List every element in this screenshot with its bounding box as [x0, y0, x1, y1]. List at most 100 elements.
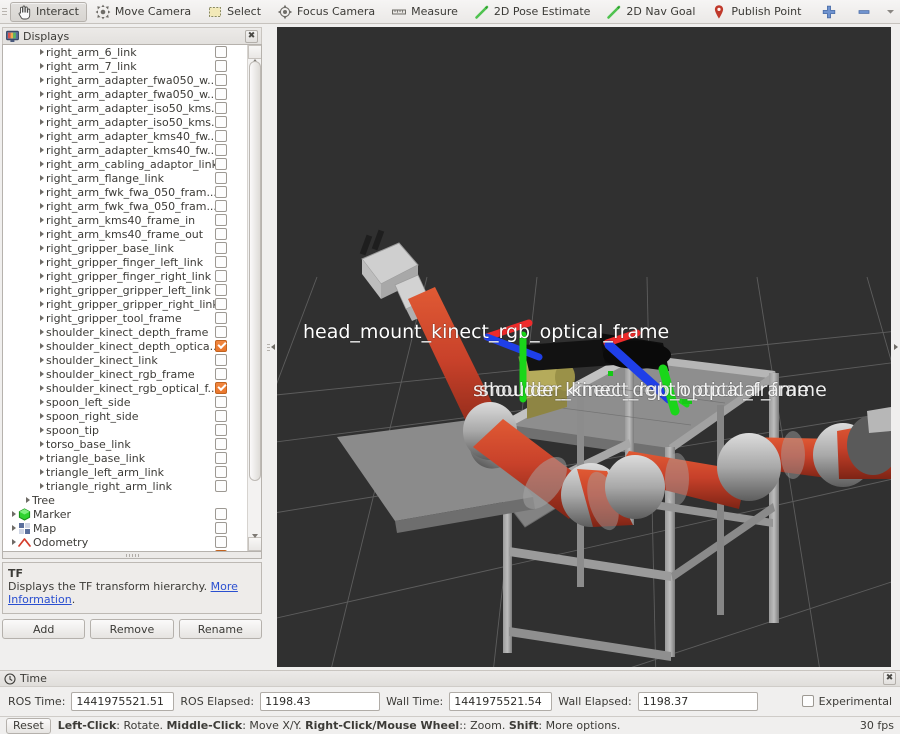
tree-item[interactable]: right_arm_adapter_iso50_kms...	[3, 115, 247, 129]
wall-elapsed-value[interactable]: 1198.37	[637, 691, 758, 711]
tool-select[interactable]: Select	[201, 2, 269, 22]
chevron-down-icon[interactable]	[9, 549, 18, 551]
chevron-right-icon[interactable]	[37, 283, 46, 297]
tree-item-checkbox[interactable]	[215, 340, 227, 352]
tree-item-checkbox[interactable]	[215, 438, 227, 450]
tree-item-checkbox[interactable]	[215, 270, 227, 282]
tree-item-checkbox[interactable]	[215, 326, 227, 338]
tree-item[interactable]: right_gripper_base_link	[3, 241, 247, 255]
tree-item-checkbox[interactable]	[215, 284, 227, 296]
tree-item-checkbox[interactable]	[215, 172, 227, 184]
tree-item-checkbox[interactable]	[215, 466, 227, 478]
tree-item[interactable]: right_arm_adapter_kms40_fw...	[3, 143, 247, 157]
tree-item-checkbox[interactable]	[215, 368, 227, 380]
tree-item[interactable]: right_arm_fwk_fwa_050_fram...	[3, 185, 247, 199]
tree-item[interactable]: spoon_tip	[3, 423, 247, 437]
chevron-right-icon[interactable]	[37, 479, 46, 493]
chevron-right-icon[interactable]	[37, 73, 46, 87]
tree-item[interactable]: Map	[3, 521, 247, 535]
chevron-right-icon[interactable]	[9, 521, 18, 535]
scrollbar-thumb[interactable]	[249, 61, 261, 481]
reset-button[interactable]: Reset	[6, 717, 51, 734]
tree-item[interactable]: right_arm_adapter_fwa050_w...	[3, 87, 247, 101]
chevron-right-icon[interactable]	[9, 535, 18, 549]
tree-item-checkbox[interactable]	[215, 382, 227, 394]
chevron-right-icon[interactable]	[37, 115, 46, 129]
time-close-button[interactable]: ✖	[883, 672, 896, 685]
tree-item-checkbox[interactable]	[215, 354, 227, 366]
tree-item[interactable]: right_arm_cabling_adaptor_link	[3, 157, 247, 171]
tree-item-checkbox[interactable]	[215, 60, 227, 72]
remove-tool-button[interactable]	[850, 2, 880, 22]
chevron-right-icon[interactable]	[37, 423, 46, 437]
tree-item[interactable]: right_gripper_finger_right_link	[3, 269, 247, 283]
experimental-checkbox[interactable]	[801, 695, 814, 707]
tree-item-checkbox[interactable]	[215, 46, 227, 58]
tree-item-checkbox[interactable]	[215, 312, 227, 324]
chevron-right-icon[interactable]	[37, 465, 46, 479]
tree-item-checkbox[interactable]	[215, 424, 227, 436]
tree-item-checkbox[interactable]	[215, 200, 227, 212]
ros-time-value[interactable]: 1441975521.51	[71, 691, 175, 711]
render-view-3d[interactable]: head_mount_kinect_rgb_optical_frame shou…	[277, 27, 891, 667]
chevron-right-icon[interactable]	[9, 507, 18, 521]
tree-item-checkbox[interactable]	[215, 144, 227, 156]
add-tool-button[interactable]	[815, 2, 845, 22]
chevron-right-icon[interactable]	[37, 311, 46, 325]
displays-tree[interactable]: right_arm_6_link right_arm_7_link right_ar…	[3, 45, 247, 551]
tree-item[interactable]: right_gripper_gripper_left_link	[3, 283, 247, 297]
tree-item-checkbox[interactable]	[215, 74, 227, 86]
tree-item-checkbox[interactable]	[215, 116, 227, 128]
chevron-right-icon[interactable]	[37, 171, 46, 185]
tree-item[interactable]: right_arm_adapter_kms40_fw...	[3, 129, 247, 143]
tree-item[interactable]: shoulder_kinect_depth_optica...	[3, 339, 247, 353]
tool-2d-nav-goal[interactable]: 2D Nav Goal	[600, 2, 703, 22]
chevron-right-icon[interactable]	[37, 339, 46, 353]
tree-item[interactable]: right_gripper_finger_left_link	[3, 255, 247, 269]
tree-item[interactable]: right_gripper_tool_frame	[3, 311, 247, 325]
tree-item-checkbox[interactable]	[215, 536, 227, 548]
tree-item-checkbox[interactable]	[215, 88, 227, 100]
chevron-right-icon[interactable]	[37, 409, 46, 423]
chevron-right-icon[interactable]	[37, 157, 46, 171]
remove-button[interactable]: Remove	[90, 619, 174, 639]
tree-item-checkbox[interactable]	[215, 130, 227, 142]
tree-item[interactable]: PoseArray	[3, 549, 247, 551]
tree-item[interactable]: right_arm_flange_link	[3, 171, 247, 185]
tree-item-checkbox[interactable]	[215, 522, 227, 534]
tree-item-checkbox[interactable]	[215, 102, 227, 114]
tree-item[interactable]: Marker	[3, 507, 247, 521]
chevron-right-icon[interactable]	[37, 255, 46, 269]
tree-item-checkbox[interactable]	[215, 396, 227, 408]
collapse-right-icon[interactable]	[894, 344, 898, 350]
toolbar-overflow-button[interactable]	[882, 2, 899, 22]
scroll-up-button[interactable]	[248, 45, 261, 59]
tree-item[interactable]: shoulder_kinect_rgb_frame	[3, 367, 247, 381]
tree-item[interactable]: Odometry	[3, 535, 247, 549]
chevron-right-icon[interactable]	[37, 143, 46, 157]
toolbar-drag-handle[interactable]	[0, 0, 9, 24]
tree-item[interactable]: shoulder_kinect_link	[3, 353, 247, 367]
tool-measure[interactable]: Measure	[385, 2, 466, 22]
chevron-right-icon[interactable]	[37, 353, 46, 367]
tool-focus-camera[interactable]: Focus Camera	[271, 2, 383, 22]
chevron-right-icon[interactable]	[37, 325, 46, 339]
chevron-right-icon[interactable]	[37, 451, 46, 465]
tree-item[interactable]: spoon_right_side	[3, 409, 247, 423]
chevron-right-icon[interactable]	[37, 395, 46, 409]
tree-item[interactable]: triangle_left_arm_link	[3, 465, 247, 479]
chevron-right-icon[interactable]	[37, 213, 46, 227]
tree-item-checkbox[interactable]	[215, 214, 227, 226]
tree-item[interactable]: right_arm_7_link	[3, 59, 247, 73]
tree-item-checkbox[interactable]	[215, 508, 227, 520]
tool-publish-point[interactable]: Publish Point	[705, 2, 809, 22]
left-splitter[interactable]	[266, 27, 276, 667]
chevron-right-icon[interactable]	[37, 269, 46, 283]
chevron-right-icon[interactable]	[37, 87, 46, 101]
tree-item[interactable]: triangle_right_arm_link	[3, 479, 247, 493]
tool-move-camera[interactable]: Move Camera	[89, 2, 199, 22]
chevron-right-icon[interactable]	[37, 101, 46, 115]
tree-item-checkbox[interactable]	[215, 256, 227, 268]
displays-close-button[interactable]: ✖	[245, 29, 258, 43]
chevron-right-icon[interactable]	[37, 381, 46, 395]
